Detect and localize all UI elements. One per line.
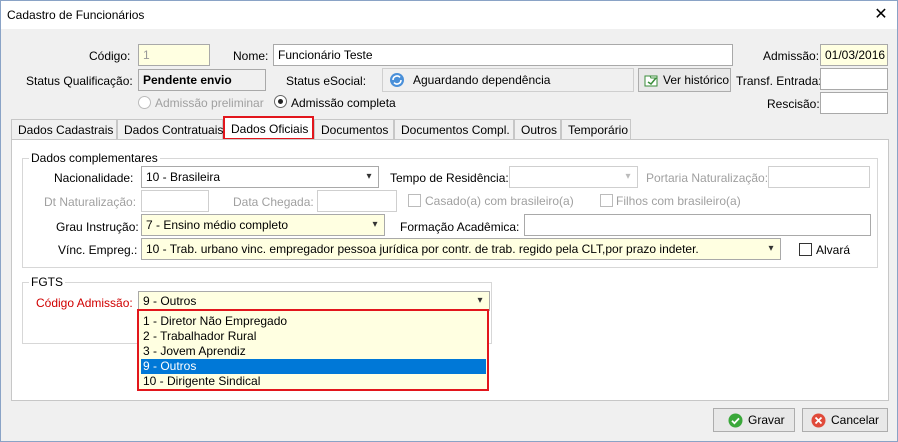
status-qualificacao-field: Pendente envio	[138, 69, 266, 91]
status-esocial-value: Aguardando dependência	[413, 73, 551, 87]
chevron-down-icon[interactable]: ▾	[360, 167, 378, 187]
grau-instrucao-label: Grau Instrução:	[56, 220, 139, 234]
tab-documentos-compl[interactable]: Documentos Compl.	[394, 119, 514, 139]
portaria-label: Portaria Naturalização:	[646, 171, 769, 185]
chevron-down-icon[interactable]: ▾	[366, 215, 384, 235]
dropdown-option[interactable]: 1 - Diretor Não Empregado	[141, 314, 486, 329]
dropdown-option-selected[interactable]: 9 - Outros	[141, 359, 486, 374]
chevron-down-icon[interactable]: ▾	[619, 167, 637, 187]
chevron-down-icon[interactable]: ▾	[762, 239, 780, 259]
check-icon	[728, 413, 743, 431]
filhos-label: Filhos com brasileiro(a)	[616, 194, 741, 208]
codigo-admissao-combo[interactable]: 9 - Outros ▾	[138, 291, 490, 311]
casado-checkbox[interactable]	[408, 194, 421, 207]
status-qualificacao-label: Status Qualificação:	[26, 74, 133, 88]
transf-entrada-field[interactable]	[820, 68, 888, 90]
data-chegada-field[interactable]	[317, 190, 397, 212]
chevron-down-icon[interactable]: ▾	[471, 292, 489, 310]
codigo-field[interactable]: 1	[138, 44, 210, 66]
portaria-field[interactable]	[768, 166, 870, 188]
alvara-checkbox[interactable]	[799, 243, 812, 256]
transf-entrada-label: Transf. Entrada:	[736, 74, 822, 88]
vinc-empreg-label: Vínc. Empreg.:	[58, 243, 138, 257]
close-icon[interactable]: ✕	[871, 5, 891, 25]
admissao-preliminar-label: Admissão preliminar	[155, 96, 264, 110]
tab-temporario[interactable]: Temporário	[561, 119, 631, 139]
tab-dados-oficiais[interactable]: Dados Oficiais	[223, 116, 314, 140]
codigo-admissao-label: Código Admissão:	[36, 296, 133, 310]
admissao-completa-label: Admissão completa	[291, 96, 396, 110]
tempo-residencia-combo[interactable]: ▾	[509, 166, 638, 188]
nacionalidade-value: 10 - Brasileira	[146, 170, 221, 184]
tab-dados-contratuais[interactable]: Dados Contratuais	[117, 119, 223, 139]
vinc-empreg-value: 10 - Trab. urbano vinc. empregador pesso…	[146, 242, 699, 256]
dt-naturalizacao-field[interactable]	[141, 190, 209, 212]
ver-historico-button[interactable]: Ver histórico	[638, 68, 731, 92]
codigo-admissao-value: 9 - Outros	[143, 294, 197, 308]
tab-dados-cadastrais[interactable]: Dados Cadastrais	[11, 119, 117, 139]
codigo-admissao-dropdown: 1 - Diretor Não Empregado 2 - Trabalhado…	[137, 309, 489, 391]
dados-complementares-title: Dados complementares	[29, 151, 160, 165]
ver-historico-label: Ver histórico	[663, 73, 730, 87]
vinc-empreg-combo[interactable]: 10 - Trab. urbano vinc. empregador pesso…	[141, 238, 781, 260]
admissao-field[interactable]: 01/03/2016	[820, 44, 888, 66]
dropdown-option[interactable]: 2 - Trabalhador Rural	[141, 329, 486, 344]
formacao-field[interactable]	[524, 214, 871, 236]
grau-instrucao-value: 7 - Ensino médio completo	[146, 218, 289, 232]
tab-outros[interactable]: Outros	[514, 119, 561, 139]
rescisao-field[interactable]	[820, 92, 888, 114]
folder-history-icon	[644, 73, 659, 90]
gravar-label: Gravar	[748, 413, 785, 427]
nacionalidade-combo[interactable]: 10 - Brasileira ▾	[141, 166, 379, 188]
tab-documentos[interactable]: Documentos	[314, 119, 394, 139]
filhos-checkbox[interactable]	[600, 194, 613, 207]
gravar-button[interactable]: Gravar	[713, 408, 795, 432]
status-esocial-field: Aguardando dependência	[382, 68, 634, 92]
formacao-label: Formação Acadêmica:	[400, 220, 520, 234]
admissao-label: Admissão:	[763, 49, 820, 63]
codigo-label: Código:	[89, 49, 131, 63]
employee-registration-window: Cadastro de Funcionários ✕ Código: 1 Nom…	[0, 0, 898, 442]
dropdown-option[interactable]: 3 - Jovem Aprendiz	[141, 344, 486, 359]
nome-field[interactable]: Funcionário Teste	[273, 44, 733, 66]
admissao-completa-radio[interactable]	[274, 95, 287, 108]
dropdown-option[interactable]: 10 - Dirigente Sindical	[141, 374, 486, 389]
cancel-icon	[811, 413, 826, 431]
cancelar-button[interactable]: Cancelar	[802, 408, 888, 432]
cancelar-label: Cancelar	[831, 413, 880, 427]
admissao-preliminar-radio[interactable]	[138, 96, 151, 109]
fgts-title: FGTS	[29, 275, 65, 289]
nacionalidade-label: Nacionalidade:	[54, 171, 134, 185]
dt-naturalizacao-label: Dt Naturalização:	[44, 195, 137, 209]
status-esocial-label: Status eSocial:	[286, 74, 367, 88]
alvara-label: Alvará	[816, 243, 851, 257]
tempo-residencia-label: Tempo de Residência:	[390, 171, 509, 185]
grau-instrucao-combo[interactable]: 7 - Ensino médio completo ▾	[141, 214, 385, 236]
rescisao-label: Rescisão:	[767, 97, 820, 111]
data-chegada-label: Data Chegada:	[233, 195, 314, 209]
nome-label: Nome:	[233, 49, 269, 63]
title-bar: Cadastro de Funcionários ✕	[1, 1, 897, 29]
refresh-globe-icon	[389, 72, 405, 91]
window-title: Cadastro de Funcionários	[7, 8, 145, 22]
casado-label: Casado(a) com brasileiro(a)	[425, 194, 574, 208]
